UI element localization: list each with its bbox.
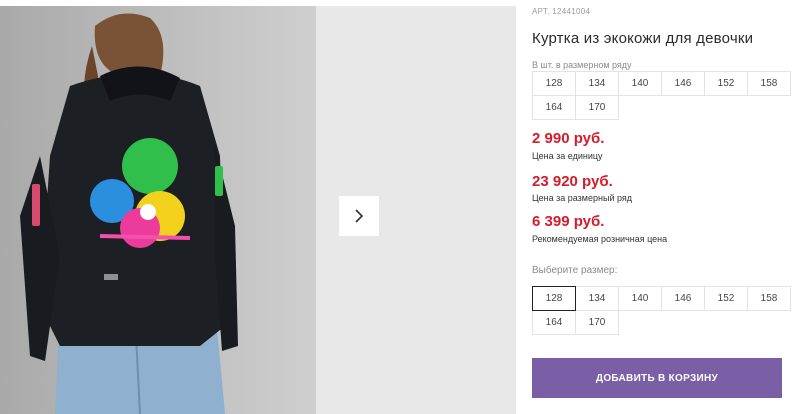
add-to-cart-button[interactable]: ДОБАВИТЬ В КОРЗИНУ — [532, 358, 782, 398]
size-cell: 158 — [747, 71, 791, 96]
size-cell: 164 — [532, 95, 576, 120]
size-cell: 128 — [532, 71, 576, 96]
article-number: АРТ. 12441004 — [532, 7, 591, 16]
row-price-label: Цена за размерный ряд — [532, 193, 633, 203]
retail-price-label: Рекомендуемая розничная цена — [532, 234, 668, 244]
size-cell: 146 — [661, 71, 705, 96]
product-title: Куртка из экокожи для девочки — [532, 30, 754, 47]
chevron-right-icon — [353, 208, 365, 224]
size-cell: 134 — [575, 71, 619, 96]
size-select-grid: 128 134 140 146 152 158 164 170 — [532, 286, 791, 335]
unit-price: 2 990 руб. — [532, 130, 605, 147]
size-option[interactable]: 152 — [704, 286, 748, 311]
size-select-label: Выберите размер: — [532, 265, 618, 276]
size-option[interactable]: 158 — [747, 286, 791, 311]
sizes-in-row-grid: 128 134 140 146 152 158 164 170 — [532, 71, 791, 120]
size-option[interactable]: 146 — [661, 286, 705, 311]
size-cell: 152 — [704, 71, 748, 96]
size-cell: 170 — [575, 95, 619, 120]
size-option[interactable]: 140 — [618, 286, 662, 311]
unit-price-label: Цена за единицу — [532, 151, 603, 161]
size-option[interactable]: 170 — [575, 310, 619, 335]
size-cell: 140 — [618, 71, 662, 96]
size-option[interactable]: 128 — [532, 286, 576, 311]
gallery-next-button[interactable] — [339, 196, 379, 236]
size-option[interactable]: 164 — [532, 310, 576, 335]
retail-price: 6 399 руб. — [532, 213, 605, 230]
product-photo-illustration — [0, 6, 316, 414]
size-option[interactable]: 134 — [575, 286, 619, 311]
row-price: 23 920 руб. — [532, 173, 613, 190]
product-photo[interactable] — [0, 6, 316, 414]
sizes-in-row-label: В шт. в размерном ряду — [532, 60, 632, 70]
